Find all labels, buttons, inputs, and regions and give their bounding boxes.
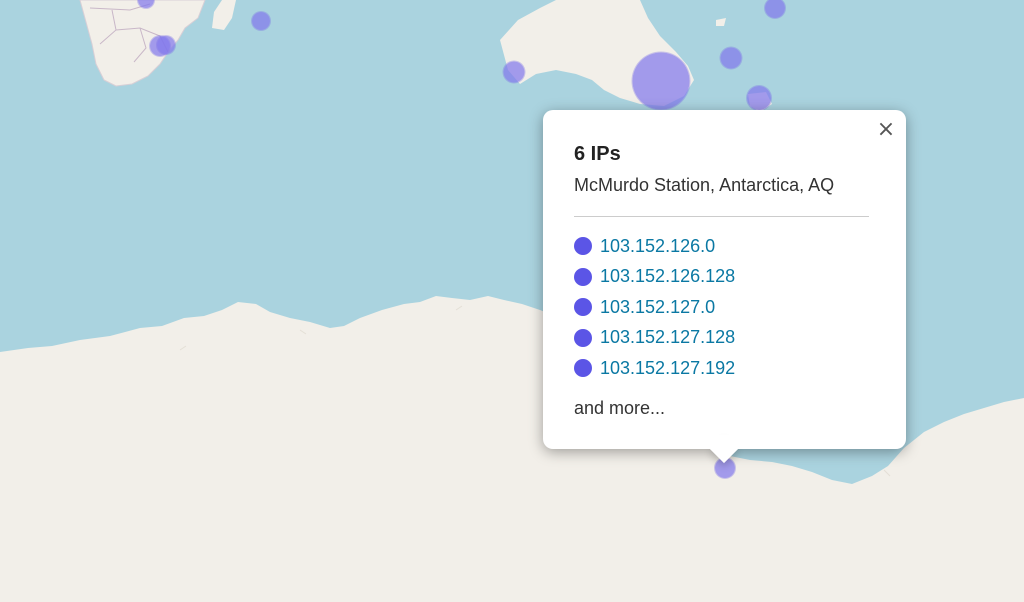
ip-dot-icon: [574, 359, 592, 378]
madagascar-landmass: [212, 0, 236, 30]
ip-link[interactable]: 103.152.127.128: [600, 327, 735, 348]
ip-dot-icon: [574, 328, 592, 347]
list-item: 103.152.126.128: [574, 262, 735, 293]
africa-landmass: [79, 0, 206, 87]
list-item: 103.152.127.192: [574, 353, 735, 384]
map-marker[interactable]: [632, 52, 690, 110]
map-view[interactable]: × 6 IPs McMurdo Station, Antarctica, AQ …: [0, 0, 1024, 602]
close-icon[interactable]: ×: [876, 118, 896, 142]
popup-tip-cover: [693, 435, 755, 449]
ip-link[interactable]: 103.152.126.0: [600, 236, 715, 257]
map-marker[interactable]: [720, 47, 742, 69]
list-item: 103.152.126.0: [574, 231, 735, 262]
popup-title: 6 IPs: [574, 143, 621, 165]
map-marker[interactable]: [157, 36, 175, 54]
map-marker[interactable]: [503, 61, 525, 83]
more-label: and more...: [574, 398, 666, 418]
popup-location: McMurdo Station, Antarctica, AQ: [574, 175, 835, 195]
divider: [574, 216, 869, 217]
map-marker[interactable]: [252, 12, 270, 30]
ip-link[interactable]: 103.152.127.192: [600, 358, 735, 379]
list-item: 103.152.127.128: [574, 323, 735, 354]
ip-dot-icon: [574, 298, 592, 317]
ip-dot-icon: [574, 267, 592, 286]
list-item: 103.152.127.0: [574, 292, 735, 323]
ip-link[interactable]: 103.152.127.0: [600, 297, 715, 318]
ip-cluster-popup: × 6 IPs McMurdo Station, Antarctica, AQ …: [543, 110, 906, 464]
ip-dot-icon: [574, 237, 592, 256]
ip-list: 103.152.126.0 103.152.126.128 103.152.12…: [574, 231, 735, 384]
island: [716, 18, 726, 26]
map-marker[interactable]: [747, 86, 771, 110]
ip-link[interactable]: 103.152.126.128: [600, 266, 735, 287]
